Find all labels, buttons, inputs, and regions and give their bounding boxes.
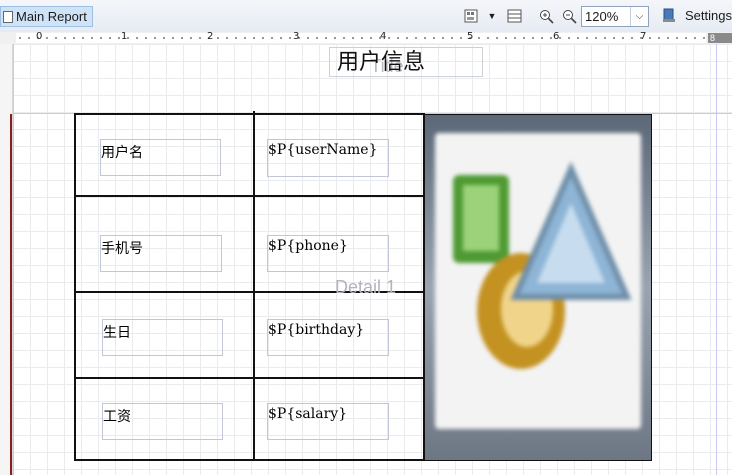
table-row-divider [74,377,425,379]
left-margin-guide [13,44,14,475]
column-layout-icon [464,9,478,23]
image-placeholder-icon [435,133,641,429]
table-column-divider [253,111,255,461]
main-report-tab[interactable]: Main Report [0,6,93,27]
grid-layout-icon [507,9,521,23]
ruler-label-1: 1 [121,31,128,42]
detail-band-watermark: Detail 1 [335,277,397,297]
chevron-down-icon[interactable]: ⌵ [630,7,648,26]
image-element[interactable] [424,114,652,461]
label-birthday[interactable]: 生日 [102,319,223,356]
field-username[interactable]: $P{userName} [267,139,389,177]
main-report-tab-label: Main Report [16,9,87,24]
label-salary[interactable]: 工资 [102,403,223,440]
ruler-label-7: 7 [640,31,647,42]
field-salary[interactable]: $P{salary} [267,403,389,440]
ruler-label-6: 6 [553,31,560,42]
table-border-right [423,113,425,461]
grid-layout-button[interactable] [505,8,523,24]
right-margin-guide [716,44,717,475]
table-border-left [74,113,76,461]
ruler-label-8: 8 [708,33,732,43]
table-border-top [74,113,425,115]
ruler-label-4: 4 [380,31,387,42]
zoom-in-icon [539,9,554,24]
layout-dropdown-button[interactable]: ▼ [486,8,498,24]
ruler-track [16,33,706,43]
toolbar: Main Report ▼ 120% ⌵ Settings [0,0,732,33]
column-layout-button[interactable] [462,8,480,24]
settings-icon [663,8,675,22]
settings-label: Settings [685,8,732,23]
report-canvas[interactable]: Title 用户信息 用户名 $P{userName} 手机号 $P{phone… [13,44,732,475]
table-border-bottom [74,459,425,461]
ruler-label-2: 2 [207,31,214,42]
zoom-value: 120% [585,9,619,24]
zoom-in-button[interactable] [537,8,555,24]
label-phone[interactable]: 手机号 [100,235,222,272]
ruler-label-0: 0 [36,31,43,42]
zoom-out-icon [562,9,577,24]
field-birthday[interactable]: $P{birthday} [267,319,389,356]
zoom-select[interactable]: 120% ⌵ [581,6,649,27]
table-row-divider [74,195,425,197]
ruler-ticks [19,37,705,39]
band-marker [10,114,12,475]
zoom-out-button[interactable] [560,8,578,24]
chevron-down-icon: ▼ [487,11,497,21]
field-phone[interactable]: $P{phone} [267,235,389,272]
ruler-label-5: 5 [467,31,474,42]
ruler-label-3: 3 [293,31,300,42]
settings-button[interactable]: Settings [662,8,732,23]
vertical-ruler [0,44,13,475]
report-icon [3,10,13,23]
label-username[interactable]: 用户名 [100,139,221,176]
report-title[interactable]: 用户信息 [311,44,451,76]
